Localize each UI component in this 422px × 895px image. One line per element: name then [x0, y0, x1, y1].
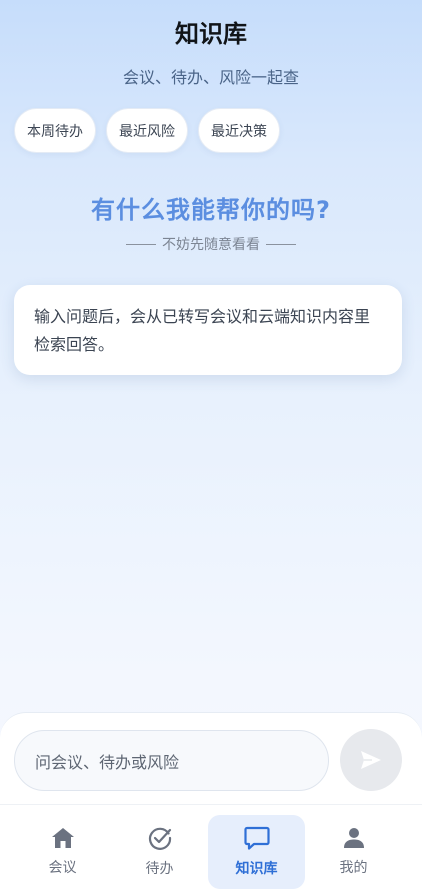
page-title: 知识库	[175, 20, 247, 48]
tab-label: 待办	[145, 861, 174, 877]
send-icon	[361, 751, 381, 769]
question-input-placeholder: 问会议、待办或风险	[35, 752, 180, 772]
tab-me[interactable]: 我的	[305, 815, 402, 889]
tab-label: 我的	[339, 860, 368, 876]
chip-recent-decisions[interactable]: 最近决策	[198, 108, 280, 153]
chip-recent-risks[interactable]: 最近风险	[106, 108, 188, 153]
tab-todos[interactable]: 待办	[111, 815, 208, 889]
chat-icon	[243, 826, 270, 850]
composer: 问会议、待办或风险	[0, 712, 422, 804]
check-circle-icon	[148, 827, 171, 850]
tab-label: 知识库	[235, 861, 278, 877]
tab-knowledge-base[interactable]: 知识库	[208, 815, 305, 889]
quick-chips: 本周待办 最近风险 最近决策	[14, 108, 280, 153]
page-subtitle: 会议、待办、风险一起查	[122, 68, 299, 87]
info-card-text: 输入问题后，会从已转写会议和云端知识内容里检索回答。	[34, 307, 371, 354]
bottom-tabbar: 会议 待办 知识库 我的	[0, 804, 422, 895]
chip-this-week-todos[interactable]: 本周待办	[14, 108, 96, 153]
divider-right	[266, 243, 296, 245]
info-card: 输入问题后，会从已转写会议和云端知识内容里检索回答。	[14, 285, 402, 375]
user-icon	[343, 828, 364, 848]
hero-title: 有什么我能帮你的吗?	[91, 196, 331, 224]
hero-subtitle-row: 不妨先随意看看	[0, 234, 422, 254]
hero-subtitle: 不妨先随意看看	[162, 237, 260, 253]
divider-left	[126, 243, 156, 245]
tab-label: 会议	[48, 860, 77, 876]
home-icon	[51, 828, 74, 848]
send-button[interactable]	[340, 729, 402, 791]
question-input[interactable]: 问会议、待办或风险	[14, 730, 329, 791]
tab-meetings[interactable]: 会议	[14, 815, 111, 889]
